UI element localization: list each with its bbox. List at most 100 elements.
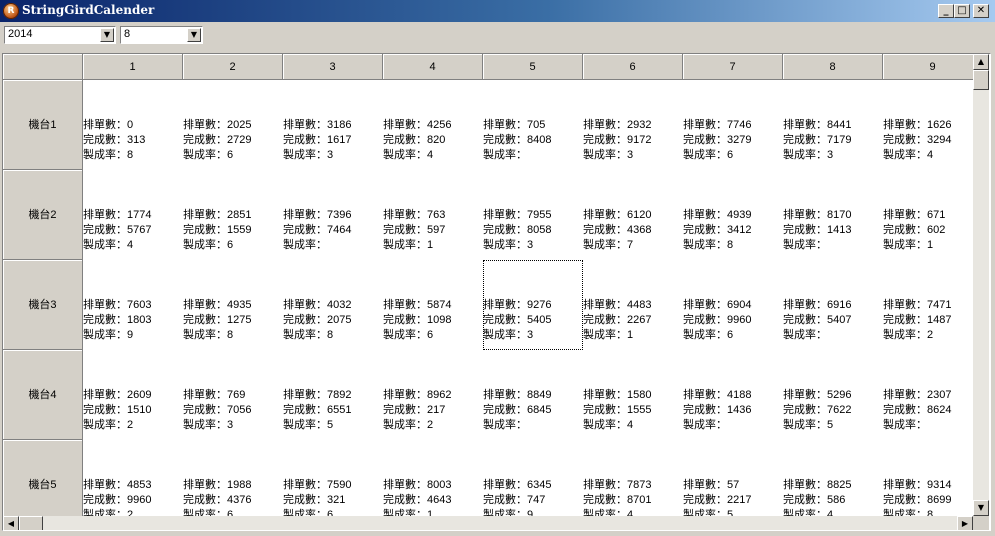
app-icon[interactable]: R [3,3,19,19]
grid-cell[interactable]: 排單數：7590 完成數：321 製成率：6 [283,440,383,516]
grid-cell[interactable]: 排單數：8825 完成數：586 製成率：4 [783,440,883,516]
scheduled-count: 排單數：7396 [283,209,352,221]
row-header[interactable]: 機台5 [3,440,83,516]
year-select[interactable]: 2014 ▼ [4,26,116,44]
grid-cell[interactable]: 排單數：7892 完成數：6551 製成率：5 [283,350,383,440]
scheduled-count: 排單數：0 [83,119,134,131]
grid-cell[interactable]: 排單數：671 完成數：602 製成率：1 [883,170,973,260]
grid-cell[interactable]: 排單數：1626 完成數：3294 製成率：4 [883,80,973,170]
grid-cell[interactable]: 排單數：1988 完成數：4376 製成率：6 [183,440,283,516]
chevron-down-icon[interactable]: ▼ [187,28,201,42]
minimize-button[interactable]: _ [938,4,954,18]
grid-cell[interactable]: 排單數：6904 完成數：9960 製成率：6 [683,260,783,350]
scheduled-count: 排單數：5296 [783,389,852,401]
column-header-4[interactable]: 4 [383,54,483,80]
grid-cell[interactable]: 排單數：2609 完成數：1510 製成率：2 [83,350,183,440]
grid-cell[interactable]: 排單數：8003 完成數：4643 製成率：1 [383,440,483,516]
grid-cell[interactable]: 排單數：1774 完成數：5767 製成率：4 [83,170,183,260]
grid-cell[interactable]: 排單數：6120 完成數：4368 製成率：7 [583,170,683,260]
yield-rate: 製成率： [783,239,827,251]
grid-cell[interactable]: 排單數：9314 完成數：8699 製成率：8 [883,440,973,516]
column-header-1[interactable]: 1 [83,54,183,80]
grid-cell[interactable]: 排單數：57 完成數：2217 製成率：5 [683,440,783,516]
column-header-2[interactable]: 2 [183,54,283,80]
completed-count: 完成數：7179 [783,134,852,146]
grid-cell[interactable]: 排單數：7471 完成數：1487 製成率：2 [883,260,973,350]
grid-cell[interactable]: 排單數：1580 完成數：1555 製成率：4 [583,350,683,440]
grid-cell[interactable]: 排單數：763 完成數：597 製成率：1 [383,170,483,260]
completed-count: 完成數：7622 [783,404,852,416]
scheduled-count: 排單數：6345 [483,479,552,491]
scroll-up-icon[interactable]: ▲ [973,54,989,70]
grid-cell[interactable]: 排單數：7955 完成數：8058 製成率：3 [483,170,583,260]
grid-cell[interactable]: 排單數：8441 完成數：7179 製成率：3 [783,80,883,170]
column-header-9[interactable]: 9 [883,54,973,80]
title-bar[interactable]: R StringGirdCalender _ □ ✕ [0,0,995,22]
maximize-button[interactable]: □ [954,4,970,18]
row-header[interactable]: 機台3 [3,260,83,350]
column-header-7[interactable]: 7 [683,54,783,80]
grid-cell[interactable]: 排單數：2025 完成數：2729 製成率：6 [183,80,283,170]
grid-cell[interactable]: 排單數：4188 完成數：1436 製成率： [683,350,783,440]
grid-cell[interactable]: 排單數：6345 完成數：747 製成率：9 [483,440,583,516]
yield-rate: 製成率：6 [183,239,234,251]
row-header[interactable]: 機台4 [3,350,83,440]
completed-count: 完成數：8408 [483,134,552,146]
column-header-8[interactable]: 8 [783,54,883,80]
scroll-right-icon[interactable]: ▶ [957,516,973,530]
grid-viewport[interactable]: 1 2 3 4 5 6 7 8 9 機台1 排單數：0 完成數：313 製成率：8 排單數：2025 完成數… [3,54,973,516]
column-header-5[interactable]: 5 [483,54,583,80]
grid-cell[interactable]: 排單數：8849 完成數：6845 製成率： [483,350,583,440]
grid-cell[interactable]: 排單數：3186 完成數：1617 製成率：3 [283,80,383,170]
yield-rate: 製成率：5 [783,419,834,431]
yield-rate: 製成率：8 [883,509,934,516]
row-header[interactable]: 機台1 [3,80,83,170]
grid-cell[interactable]: 排單數：9276 完成數：5405 製成率：3 [483,260,583,350]
grid-cell[interactable]: 排單數：7873 完成數：8701 製成率：4 [583,440,683,516]
grid-cell[interactable]: 排單數：705 完成數：8408 製成率： [483,80,583,170]
column-header-6[interactable]: 6 [583,54,683,80]
grid-cell[interactable]: 排單數：4939 完成數：3412 製成率：8 [683,170,783,260]
horizontal-scroll-thumb[interactable] [19,516,43,530]
grid-cell[interactable]: 排單數：7396 完成數：7464 製成率： [283,170,383,260]
vertical-scrollbar[interactable]: ▲ ▼ [973,54,989,516]
horizontal-scrollbar[interactable]: ◀ ▶ [3,516,973,530]
app-window: R StringGirdCalender _ □ ✕ 2014 ▼ 8 ▼ 12… [0,0,995,536]
row-header[interactable]: 機台2 [3,170,83,260]
window-title: StringGirdCalender [22,3,155,17]
grid-cell[interactable]: 排單數：4935 完成數：1275 製成率：8 [183,260,283,350]
calendar-grid[interactable]: 1 2 3 4 5 6 7 8 9 機台1 排單數：0 完成數：313 製成率：8 排單數：2025 完成數… [2,53,991,531]
grid-cell[interactable]: 排單數：2307 完成數：8624 製成率： [883,350,973,440]
grid-cell[interactable]: 排單數：4032 完成數：2075 製成率：8 [283,260,383,350]
scheduled-count: 排單數：6120 [583,209,652,221]
grid-cell[interactable]: 排單數：4853 完成數：9960 製成率：2 [83,440,183,516]
month-select[interactable]: 8 ▼ [120,26,203,44]
completed-count: 完成數：820 [383,134,446,146]
completed-count: 完成數：3412 [683,224,752,236]
chevron-down-icon[interactable]: ▼ [100,28,114,42]
scroll-down-icon[interactable]: ▼ [973,500,989,516]
scheduled-count: 排單數：1988 [183,479,252,491]
grid-cell[interactable]: 排單數：8962 完成數：217 製成率：2 [383,350,483,440]
column-header-3[interactable]: 3 [283,54,383,80]
vertical-scroll-thumb[interactable] [973,70,989,90]
grid-cell[interactable]: 排單數：5296 完成數：7622 製成率：5 [783,350,883,440]
grid-cell[interactable]: 排單數：7746 完成數：3279 製成率：6 [683,80,783,170]
grid-cell[interactable]: 排單數：4483 完成數：2267 製成率：1 [583,260,683,350]
grid-cell[interactable]: 排單數：2932 完成數：9172 製成率：3 [583,80,683,170]
scheduled-count: 排單數：1774 [83,209,152,221]
grid-cell[interactable]: 排單數：5874 完成數：1098 製成率：6 [383,260,483,350]
grid-cell[interactable]: 排單數：2851 完成數：1559 製成率：6 [183,170,283,260]
yield-rate: 製成率：2 [383,419,434,431]
completed-count: 完成數：2075 [283,314,352,326]
grid-cell[interactable]: 排單數：4256 完成數：820 製成率：4 [383,80,483,170]
yield-rate: 製成率：9 [483,509,534,516]
grid-cell[interactable]: 排單數：7603 完成數：1803 製成率：9 [83,260,183,350]
grid-cell[interactable]: 排單數：0 完成數：313 製成率：8 [83,80,183,170]
close-button[interactable]: ✕ [973,4,989,18]
grid-cell[interactable]: 排單數：6916 完成數：5407 製成率： [783,260,883,350]
grid-cell[interactable]: 排單數：8170 完成數：1413 製成率： [783,170,883,260]
grid-cell[interactable]: 排單數：769 完成數：7056 製成率：3 [183,350,283,440]
yield-rate: 製成率：6 [283,509,334,516]
scroll-left-icon[interactable]: ◀ [3,516,19,530]
